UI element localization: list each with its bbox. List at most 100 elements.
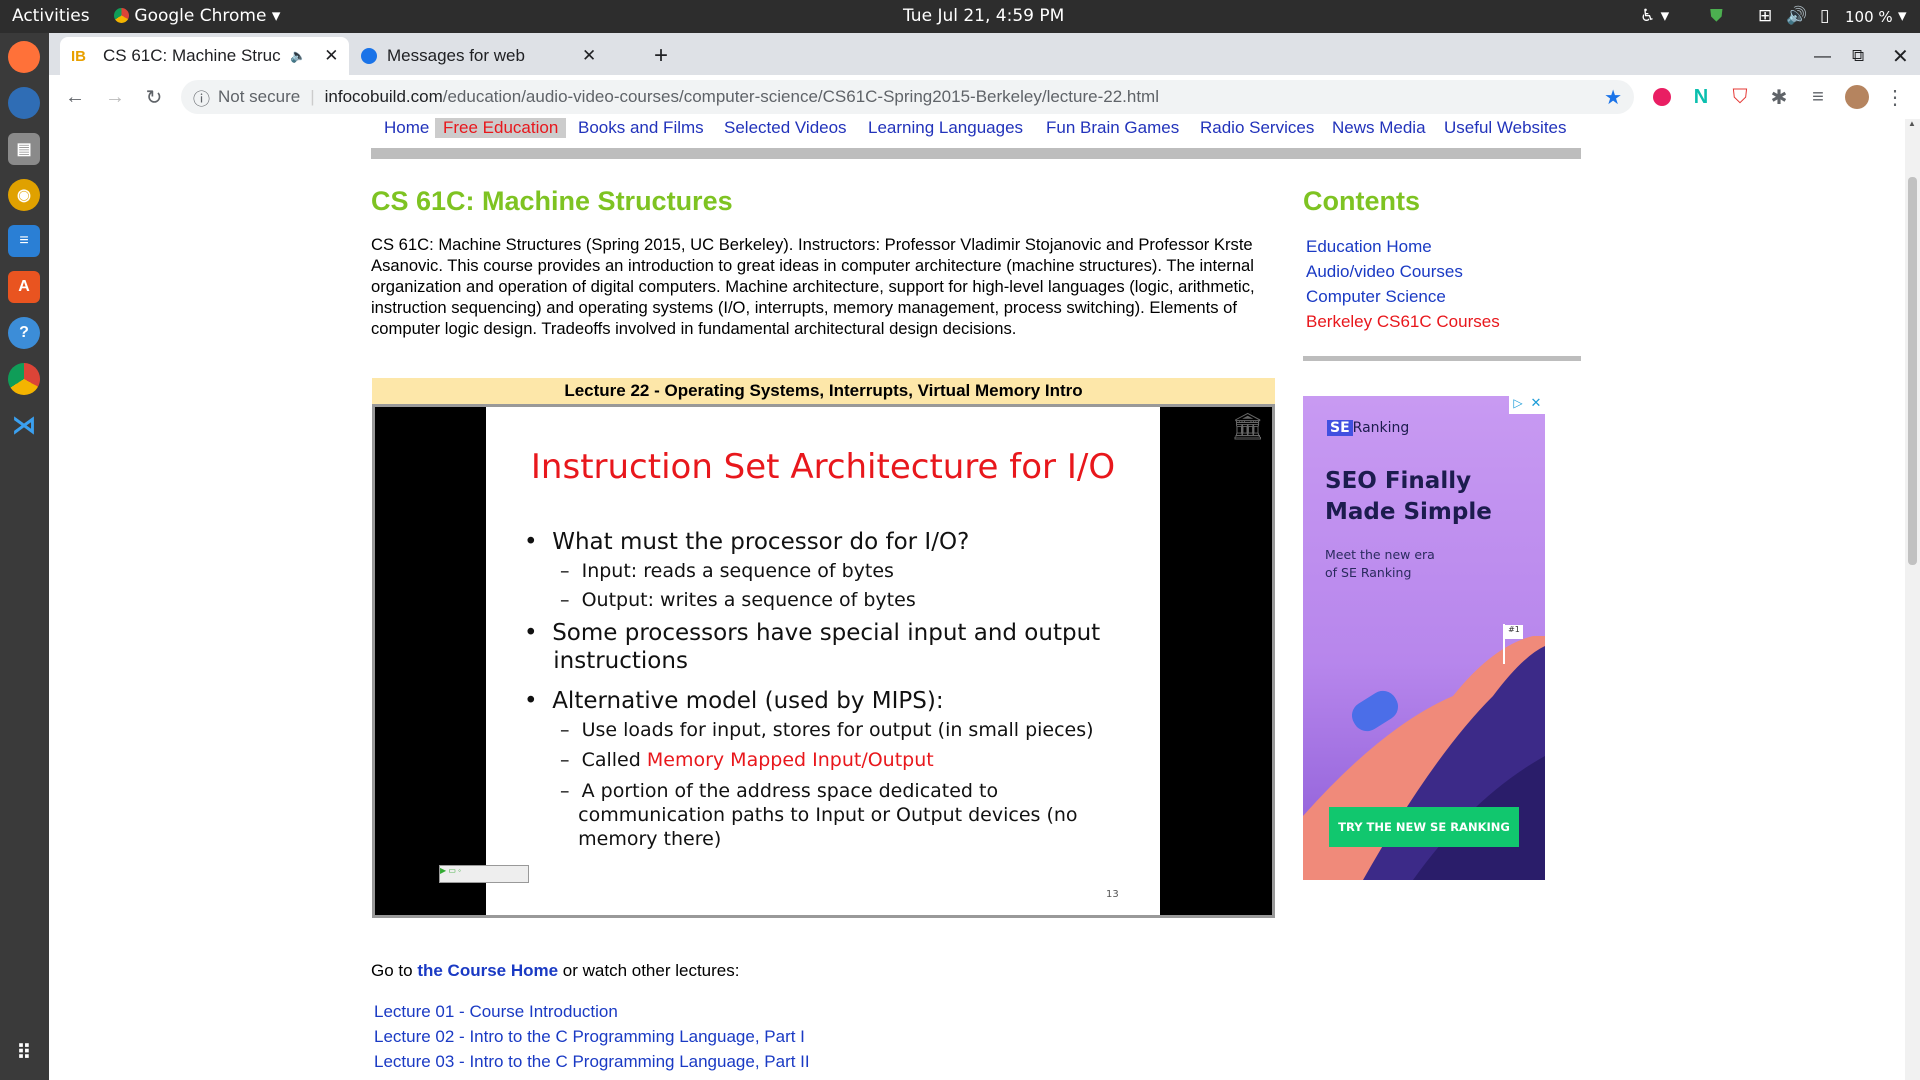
address-bar[interactable]: ⓘ Not secure | infocobuild.com/education… <box>181 80 1634 114</box>
speaker-icon[interactable]: 🔈 <box>290 48 306 64</box>
page-viewport: Home Free Education Books and Films Sele… <box>49 118 1920 1080</box>
clock[interactable]: Tue Jul 21, 4:59 PM <box>903 6 1064 26</box>
ad-banner[interactable]: ▷ ✕ SE Ranking SEO Finally Made Simple Mee… <box>1303 396 1545 880</box>
slide-page-number: 13 <box>1106 889 1119 900</box>
nav-free-education[interactable]: Free Education <box>435 118 567 138</box>
close-tab-icon[interactable]: ✕ <box>324 46 338 66</box>
chrome-menu-icon[interactable]: ⋮ <box>1881 83 1909 111</box>
toolbar: ← → ↻ ⓘ Not secure | infocobuild.com/edu… <box>49 75 1920 119</box>
goto-line: Go to the Course Home or watch other lec… <box>371 961 740 980</box>
volume-icon[interactable]: 🔊 <box>1786 6 1807 26</box>
dock: ▤ ◉ ≡ A ? ⋊ ⠿ <box>0 33 49 1080</box>
slide-sub-loads: – Use loads for input, stores for output… <box>560 719 1094 741</box>
nav-radio-services[interactable]: Radio Services <box>1200 118 1314 138</box>
ad-flag: #1 <box>1505 625 1523 639</box>
info-icon[interactable]: ⓘ <box>193 85 210 110</box>
course-description: CS 61C: Machine Structures (Spring 2015,… <box>371 235 1255 338</box>
contents-link-audio-video[interactable]: Audio/video Courses <box>1306 259 1500 284</box>
url-path: /education/audio-video-courses/computer-… <box>442 87 1159 106</box>
contents-heading: Contents <box>1303 186 1420 216</box>
writer-icon[interactable]: ≡ <box>8 225 40 257</box>
slide-sub-output: – Output: writes a sequence of bytes <box>560 589 916 611</box>
nav-fun-brain-games[interactable]: Fun Brain Games <box>1046 118 1179 138</box>
firefox-icon[interactable] <box>8 41 40 73</box>
nav-news-media[interactable]: News Media <box>1332 118 1426 138</box>
show-apps-icon[interactable]: ⠿ <box>8 1036 40 1068</box>
chrome-icon <box>114 8 129 23</box>
accessibility-icon[interactable]: ♿ ▾ <box>1640 6 1669 26</box>
video-player[interactable]: Instruction Set Architecture for I/O • W… <box>372 404 1275 918</box>
slide-bullet-2: • Some processors have special input and… <box>524 620 1101 674</box>
infocobuild-favicon: IB <box>71 47 86 65</box>
tab-title: Messages for web <box>387 46 525 65</box>
nav-books-and-films[interactable]: Books and Films <box>578 118 704 138</box>
slide-bullet-1: • What must the processor do for I/O? <box>524 529 970 555</box>
security-label: Not secure <box>218 87 301 106</box>
nav-useful-websites[interactable]: Useful Websites <box>1444 118 1567 138</box>
url-host: infocobuild.com <box>324 87 443 106</box>
close-tab-icon[interactable]: ✕ <box>582 46 596 66</box>
back-button[interactable]: ← <box>61 83 89 111</box>
rhythmbox-icon[interactable]: ◉ <box>8 179 40 211</box>
shield-icon[interactable]: ⛊ <box>1710 6 1723 26</box>
ad-cta-button[interactable]: TRY THE NEW SE RANKING <box>1329 807 1519 847</box>
activities-button[interactable]: Activities <box>12 6 90 26</box>
slide: Instruction Set Architecture for I/O • W… <box>486 407 1160 915</box>
extension-t-icon[interactable] <box>1648 83 1676 111</box>
system-top-bar: Activities Google Chrome ▾ Tue Jul 21, 4… <box>0 0 1920 33</box>
tab-cs61c[interactable]: IB CS 61C: Machine Struc 🔈 ✕ <box>60 37 349 75</box>
tab-title: CS 61C: Machine Struc <box>103 46 281 65</box>
system-menu-chevron[interactable]: ▾ <box>1898 6 1907 26</box>
slide-sub-portion: – A portion of the address space dedicat… <box>560 780 1078 850</box>
messages-favicon <box>361 48 377 64</box>
contents-divider <box>1303 356 1581 361</box>
page-title: CS 61C: Machine Structures <box>371 186 733 216</box>
nav-learning-languages[interactable]: Learning Languages <box>868 118 1023 138</box>
media-controls-icon[interactable]: ≡ <box>1804 83 1832 111</box>
files-icon[interactable]: ▤ <box>8 133 40 165</box>
vscode-icon[interactable]: ⋊ <box>8 409 40 441</box>
scrollbar-thumb[interactable] <box>1908 177 1917 565</box>
network-icon[interactable]: ⊞ <box>1758 6 1772 26</box>
lecture-link[interactable]: Lecture 02 - Intro to the C Programming … <box>374 1024 810 1049</box>
contents-link-education-home[interactable]: Education Home <box>1306 234 1500 259</box>
help-icon[interactable]: ? <box>8 317 40 349</box>
lecture-link[interactable]: Lecture 03 - Intro to the C Programming … <box>374 1049 810 1074</box>
extension-n-icon[interactable]: N <box>1687 83 1715 111</box>
reload-button[interactable]: ↻ <box>140 83 168 111</box>
chrome-dock-icon[interactable] <box>8 363 40 395</box>
extensions-puzzle-icon[interactable]: ✱ <box>1765 83 1793 111</box>
slide-bullet-3: • Alternative model (used by MIPS): <box>524 688 944 714</box>
app-menu[interactable]: Google Chrome ▾ <box>114 6 280 26</box>
lecture-list: Lecture 01 - Course Introduction Lecture… <box>374 999 810 1074</box>
contents-link-berkeley-cs61c[interactable]: Berkeley CS61C Courses <box>1306 309 1500 334</box>
tab-messages[interactable]: Messages for web ✕ <box>349 37 614 75</box>
slide-sub-input: – Input: reads a sequence of bytes <box>560 560 894 582</box>
lecture-link[interactable]: Lecture 01 - Course Introduction <box>374 999 810 1024</box>
contents-list: Education Home Audio/video Courses Compu… <box>1306 234 1500 334</box>
lecture-title-bar: Lecture 22 - Operating Systems, Interrup… <box>372 378 1275 404</box>
contents-link-computer-science[interactable]: Computer Science <box>1306 284 1500 309</box>
course-home-link[interactable]: the Course Home <box>417 961 558 980</box>
bookmark-star-icon[interactable]: ★ <box>1604 85 1622 110</box>
player-controls[interactable]: ▶ ▭ ◦ <box>439 865 529 883</box>
nav-divider <box>371 148 1581 159</box>
profile-avatar[interactable] <box>1843 83 1871 111</box>
thunderbird-icon[interactable] <box>8 87 40 119</box>
close-window-button[interactable]: ✕ <box>1892 37 1909 75</box>
page-scrollbar[interactable]: ▲ <box>1905 119 1920 1080</box>
forward-button[interactable]: → <box>101 83 129 111</box>
browser-chrome: IB CS 61C: Machine Struc 🔈 ✕ Messages fo… <box>49 33 1920 119</box>
minimize-button[interactable]: — <box>1814 37 1831 75</box>
slide-sub-called: – Called Memory Mapped Input/Output <box>560 749 934 771</box>
battery-icon[interactable]: ▯ <box>1820 6 1829 26</box>
slide-title: Instruction Set Architecture for I/O <box>530 447 1116 487</box>
maximize-button[interactable]: ⧉ <box>1852 37 1864 75</box>
new-tab-button[interactable]: + <box>654 37 668 75</box>
nav-selected-videos[interactable]: Selected Videos <box>724 118 847 138</box>
archive-icon[interactable]: 🏛 <box>1231 411 1264 442</box>
extension-shield-icon[interactable]: ⛉ <box>1726 83 1754 111</box>
nav-home[interactable]: Home <box>384 118 429 138</box>
software-icon[interactable]: A <box>8 271 40 303</box>
battery-percent: 100 % <box>1845 8 1893 26</box>
